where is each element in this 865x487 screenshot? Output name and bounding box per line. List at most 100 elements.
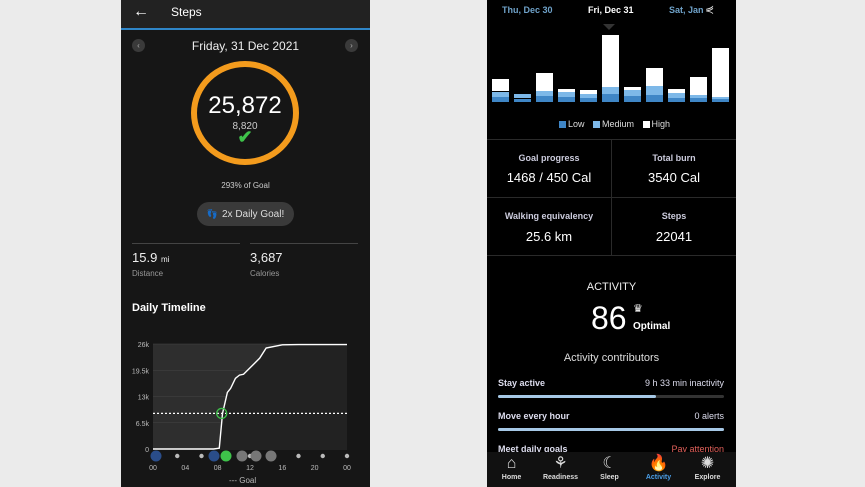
distance-number: 15.9 xyxy=(132,250,158,265)
x-tick-label: 04 xyxy=(181,465,189,472)
contributor-move-hour-value: 0 alerts xyxy=(694,411,724,421)
bar-segment-low xyxy=(668,97,685,102)
bar-segment-low xyxy=(646,95,663,102)
back-arrow-icon[interactable]: ← xyxy=(133,3,149,21)
y-tick-label: 0 xyxy=(145,447,149,454)
bar-segment-high xyxy=(690,76,707,95)
contributor-stay-active-value: 9 h 33 min inactivity xyxy=(644,378,724,388)
activity-heading: ACTIVITY xyxy=(586,281,637,293)
spark-icon: ✺ xyxy=(700,455,715,472)
x-tick-label: 20 xyxy=(311,465,319,472)
divider xyxy=(250,243,358,244)
app-header: ← Steps xyxy=(121,0,370,30)
bar-segment-high xyxy=(558,88,575,93)
contributor-move-hour-bar xyxy=(498,428,724,431)
level-fill xyxy=(498,428,724,431)
next-day-icon[interactable]: › xyxy=(345,39,358,52)
bar-segment-low xyxy=(690,97,707,102)
bar-segment-high xyxy=(668,89,685,93)
badge-label: 2x Daily Goal! xyxy=(221,209,285,220)
activity-event-icon xyxy=(265,450,277,462)
bar-segment-medium xyxy=(514,94,531,99)
walking-equivalency-label: Walking equivalency xyxy=(504,211,594,221)
share-icon[interactable]: ⋞ xyxy=(705,3,714,16)
bar-segment-medium xyxy=(580,93,597,98)
day-tab-next[interactable]: Sat, Jan xyxy=(669,5,704,15)
total-burn-label: Total burn xyxy=(652,153,696,163)
contributors-title: Activity contributors xyxy=(563,352,660,364)
x-tick-label: 16 xyxy=(278,465,286,472)
daily-timeline-chart: 0 6.5k 13k 19.5k 26k 00 04 08 12 16 20 00 xyxy=(132,342,351,472)
score-status: Optimal xyxy=(633,321,671,332)
tab-activity[interactable]: 🔥 Activity xyxy=(634,454,683,481)
tab-home[interactable]: ⌂ Home xyxy=(487,454,536,481)
bar-segment-high xyxy=(712,48,729,98)
bar-segment-medium xyxy=(492,91,509,98)
bar-segment-high xyxy=(624,87,641,91)
day-tab-current[interactable]: Fri, Dec 31 xyxy=(588,5,634,15)
x-tick-label: 08 xyxy=(214,465,222,472)
steps-value: 22041 xyxy=(655,229,693,244)
distance-label: Distance xyxy=(132,269,164,278)
distance-value: 15.9 mi xyxy=(132,250,169,265)
tab-explore[interactable]: ✺ Explore xyxy=(683,454,732,481)
footprints-icon: 👣 xyxy=(206,209,218,219)
divider xyxy=(487,255,736,256)
day-tab-prev[interactable]: Thu, Dec 30 xyxy=(502,5,553,15)
timeline-dot xyxy=(199,453,204,459)
bar-segment-low xyxy=(624,96,641,102)
divider xyxy=(132,243,240,244)
calories-value: 3,687 xyxy=(250,250,283,265)
tab-label: Activity xyxy=(645,474,672,481)
bar-segment-low xyxy=(712,99,729,102)
activity-event-icon xyxy=(236,450,248,462)
tab-sleep[interactable]: ☾ Sleep xyxy=(585,454,634,481)
timeline-dot xyxy=(344,453,350,459)
bar-segment-high xyxy=(492,78,509,92)
bar-segment-low xyxy=(514,98,531,102)
goal-legend-label: Goal xyxy=(239,476,257,485)
bar-segment-medium xyxy=(624,90,641,97)
day-pointer xyxy=(603,24,615,30)
bar-segment-high xyxy=(602,34,619,87)
home-icon: ⌂ xyxy=(506,455,517,472)
legend-swatch-high xyxy=(642,121,650,129)
tab-readiness[interactable]: ⚘ Readiness xyxy=(536,454,585,481)
total-burn-value: 3540 Cal xyxy=(647,170,701,185)
bar-segment-low xyxy=(492,97,509,102)
daily-goal-badge[interactable]: 👣 2x Daily Goal! xyxy=(197,202,294,226)
contributor-move-hour-label[interactable]: Move every hour xyxy=(498,411,570,421)
intensity-legend: Low Medium High xyxy=(487,119,736,129)
bar-segment-high xyxy=(536,72,553,91)
bar-segment-medium xyxy=(712,97,729,100)
legend-low: Low xyxy=(567,119,585,129)
bottom-tab-bar: ⌂ Home ⚘ Readiness ☾ Sleep 🔥 Activity ✺ … xyxy=(487,452,736,487)
section-title: Daily Timeline xyxy=(132,302,206,314)
steps-label: Steps xyxy=(661,211,687,221)
distance-unit: mi xyxy=(160,255,170,264)
timeline-dot xyxy=(296,453,301,459)
goal-percent: 293% of Goal xyxy=(221,181,270,190)
contributor-stay-active-label[interactable]: Stay active xyxy=(498,378,545,388)
tab-label: Readiness xyxy=(542,474,579,481)
x-tick-label: 00 xyxy=(149,465,157,472)
bar-segment-low xyxy=(602,93,619,102)
activity-event-icon xyxy=(150,450,162,462)
timeline-dot xyxy=(175,453,180,459)
bar-segment-high xyxy=(580,90,597,94)
activity-event-icon xyxy=(250,450,262,462)
y-tick-label: 13k xyxy=(138,395,150,402)
legend-medium: Medium xyxy=(601,119,634,129)
timeline-dot xyxy=(320,453,325,459)
divider xyxy=(487,197,736,198)
bar-segment-medium xyxy=(668,92,685,98)
goal-legend: --- Goal xyxy=(229,476,256,485)
activity-score: 86 xyxy=(591,300,627,336)
bar-segment-low xyxy=(558,97,575,102)
date-label: Friday, 31 Dec 2021 xyxy=(191,39,300,53)
bar-segment-medium xyxy=(690,95,707,98)
tab-label: Explore xyxy=(694,474,721,481)
goal-progress-label: Goal progress xyxy=(518,153,580,163)
bar-segment-medium xyxy=(558,92,575,98)
activity-event-icon xyxy=(220,450,232,462)
